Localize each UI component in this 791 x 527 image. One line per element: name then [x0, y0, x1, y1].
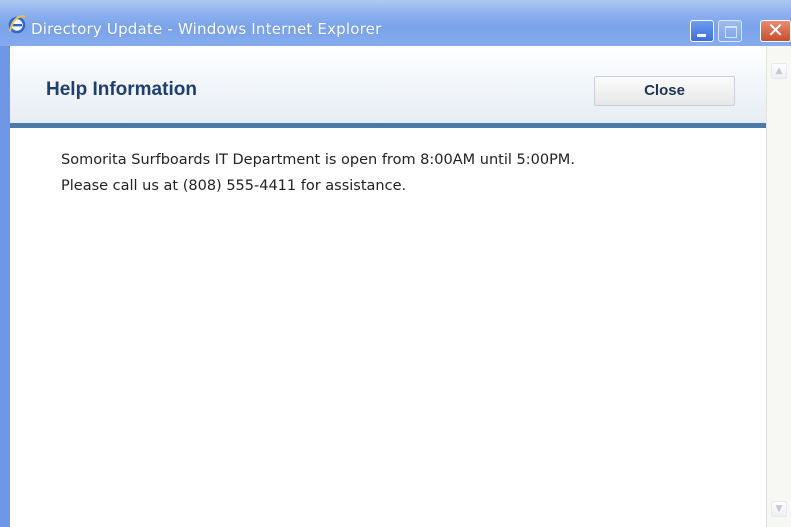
help-header: Help Information Close — [10, 46, 766, 125]
page-content: Help Information Close Somorita Surfboar… — [10, 46, 766, 527]
close-icon: ✕ — [767, 18, 784, 42]
maximize-icon — [725, 26, 737, 38]
ie-window: Directory Update - Windows Internet Expl… — [0, 0, 791, 527]
scroll-down-arrow-icon[interactable]: ▼ — [771, 501, 787, 517]
close-window-button[interactable]: ✕ — [760, 18, 791, 42]
minimize-icon — [697, 34, 706, 37]
message-line: Somorita Surfboards IT Department is ope… — [61, 152, 575, 168]
page-title: Help Information — [46, 79, 197, 100]
scroll-up-arrow-icon[interactable]: ▲ — [771, 63, 787, 79]
close-button[interactable]: Close — [594, 76, 735, 106]
message-line: Please call us at (808) 555-4411 for ass… — [61, 178, 407, 194]
maximize-button[interactable] — [718, 20, 742, 42]
header-divider — [10, 123, 766, 128]
vertical-scrollbar[interactable]: ▲ ▼ — [766, 46, 791, 527]
title-bar[interactable]: Directory Update - Windows Internet Expl… — [0, 0, 791, 46]
internet-explorer-icon — [8, 14, 26, 34]
client-area: Help Information Close Somorita Surfboar… — [10, 46, 791, 527]
window-title: Directory Update - Windows Internet Expl… — [31, 20, 382, 38]
minimize-button[interactable] — [690, 20, 714, 42]
help-message: Somorita Surfboards IT Department is ope… — [61, 147, 751, 199]
